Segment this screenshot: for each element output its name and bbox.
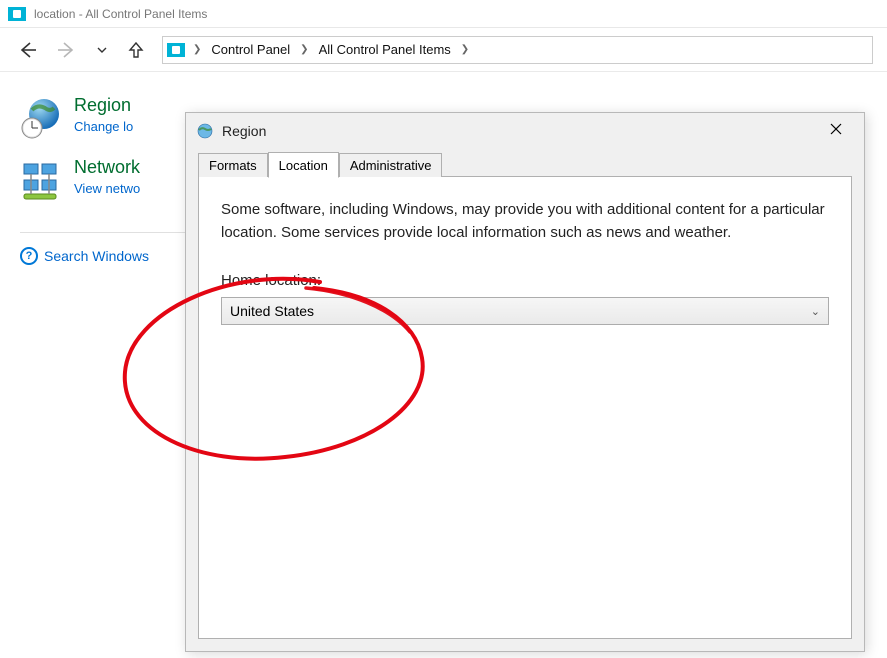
help-icon: ? [20, 247, 38, 265]
search-windows-label: Search Windows [44, 248, 149, 264]
back-button[interactable] [14, 37, 40, 63]
chevron-right-icon: ❯ [189, 44, 205, 55]
region-globe-icon [20, 96, 64, 140]
cp-title-network: Network [74, 158, 140, 178]
chevron-right-icon: ❯ [296, 44, 312, 55]
window-titlebar: location - All Control Panel Items [0, 0, 887, 28]
cp-title-region: Region [74, 96, 133, 116]
network-icon [20, 158, 64, 202]
tab-strip: Formats Location Administrative [186, 149, 864, 177]
address-bar[interactable]: ❯ Control Panel ❯ All Control Panel Item… [162, 36, 873, 64]
dialog-titlebar[interactable]: Region [186, 113, 864, 149]
search-windows-link[interactable]: ? Search Windows [20, 232, 185, 265]
home-location-value: United States [230, 303, 314, 319]
dialog-title: Region [222, 123, 806, 139]
location-info-text: Some software, including Windows, may pr… [221, 199, 829, 244]
window-title: location - All Control Panel Items [34, 7, 207, 21]
control-panel-items: Region Change lo Network View netwo [20, 96, 185, 265]
tab-formats[interactable]: Formats [198, 153, 268, 177]
up-button[interactable] [124, 38, 148, 62]
home-location-label: Home location: [221, 272, 829, 289]
dialog-globe-icon [196, 122, 214, 140]
cp-link-region[interactable]: Change lo [74, 119, 133, 134]
chevron-right-icon: ❯ [457, 44, 473, 55]
region-dialog: Region Formats Location Administrative S… [185, 112, 865, 652]
breadcrumb-root[interactable]: Control Panel [207, 40, 294, 59]
cp-item-region[interactable]: Region Change lo [20, 96, 185, 140]
close-button[interactable] [814, 114, 858, 144]
forward-button[interactable] [54, 37, 80, 63]
control-panel-icon [167, 43, 185, 57]
cp-link-network[interactable]: View netwo [74, 181, 140, 196]
tab-administrative[interactable]: Administrative [339, 153, 443, 177]
cp-item-network[interactable]: Network View netwo [20, 158, 185, 202]
chevron-down-icon: ⌄ [811, 305, 820, 318]
breadcrumb-path[interactable]: All Control Panel Items [315, 40, 455, 59]
home-location-dropdown[interactable]: United States ⌄ [221, 297, 829, 325]
dialog-body: Some software, including Windows, may pr… [198, 177, 852, 639]
nav-toolbar: ❯ Control Panel ❯ All Control Panel Item… [0, 28, 887, 72]
window-icon [8, 7, 26, 21]
tab-location[interactable]: Location [268, 152, 339, 178]
recent-dropdown[interactable] [94, 42, 110, 58]
